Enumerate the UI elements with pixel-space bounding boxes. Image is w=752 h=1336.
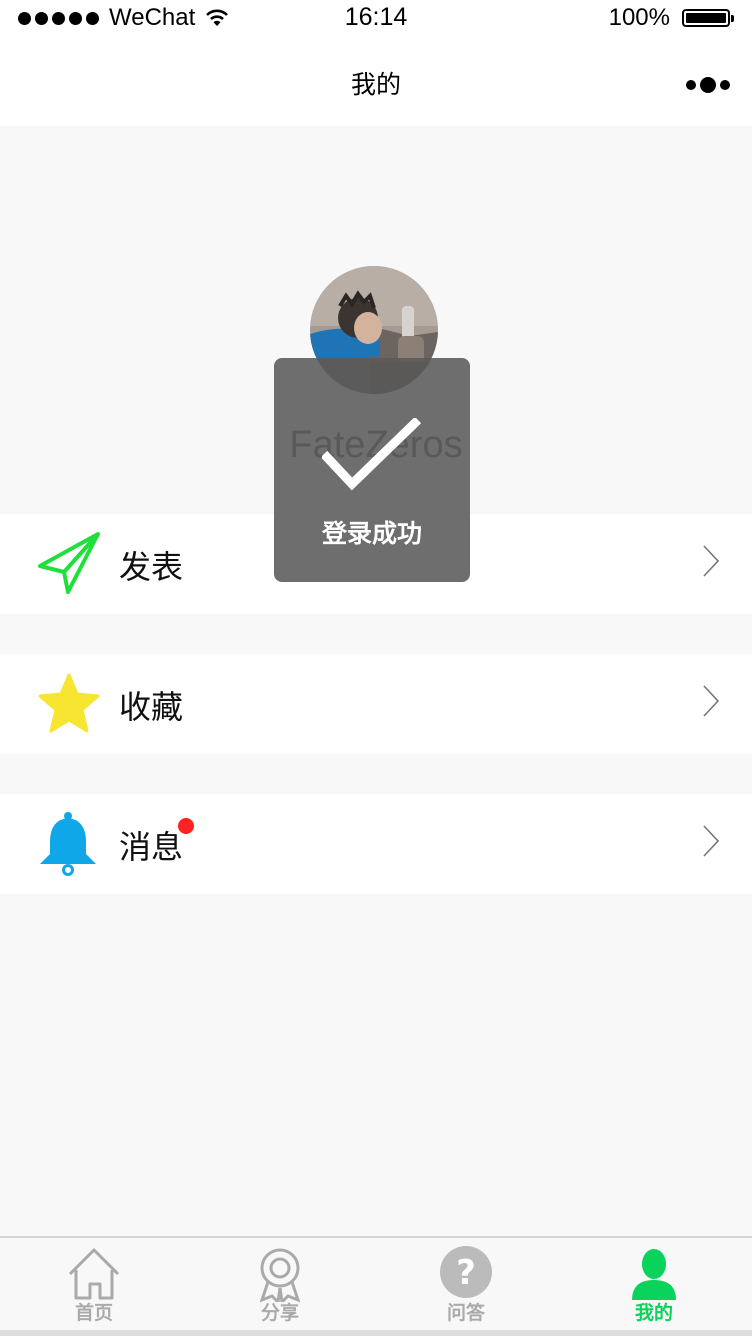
tab-label: 分享: [260, 1302, 299, 1324]
tab-share[interactable]: 分享: [186, 1238, 374, 1336]
tab-label: 首页: [74, 1302, 113, 1324]
menu-item-messages[interactable]: 消息: [0, 794, 752, 894]
menu-item-label: 收藏: [119, 688, 184, 726]
battery-percent: 100%: [608, 4, 670, 31]
tab-qa[interactable]: ? 问答: [372, 1238, 560, 1336]
person-icon: [632, 1249, 676, 1300]
unread-badge: [178, 818, 194, 834]
menu-item-label: 消息: [119, 828, 184, 866]
chevron-right-icon: [703, 685, 720, 717]
status-bar: WeChat 16:14 100%: [0, 0, 752, 40]
bottom-divider: [0, 1330, 752, 1336]
tab-home[interactable]: 首页: [0, 1238, 188, 1336]
check-icon: [322, 418, 422, 491]
paper-plane-icon: [38, 532, 100, 594]
chevron-right-icon: [703, 545, 720, 577]
star-icon: [38, 673, 100, 733]
more-dots-icon[interactable]: [686, 77, 730, 93]
svg-text:?: ?: [456, 1253, 476, 1293]
tab-label: 我的: [634, 1302, 673, 1324]
battery-status: 100%: [608, 4, 734, 32]
tab-mine[interactable]: 我的: [560, 1238, 748, 1336]
home-icon: [68, 1248, 120, 1300]
page-title: 我的: [350, 70, 401, 99]
award-icon: [259, 1248, 301, 1302]
bell-icon: [40, 812, 96, 876]
menu-item-label: 发表: [119, 548, 184, 586]
tab-bar: 首页 分享 ? 问答 我的: [0, 1236, 752, 1336]
chevron-right-icon: [703, 825, 720, 857]
navigation-bar: 我的: [0, 40, 752, 126]
menu-item-favorites[interactable]: 收藏: [0, 654, 752, 754]
toast-message: 登录成功: [321, 519, 422, 548]
question-icon: ?: [440, 1246, 492, 1298]
battery-icon: [682, 9, 734, 27]
login-success-toast: 登录成功: [274, 358, 470, 582]
tab-label: 问答: [446, 1302, 485, 1324]
